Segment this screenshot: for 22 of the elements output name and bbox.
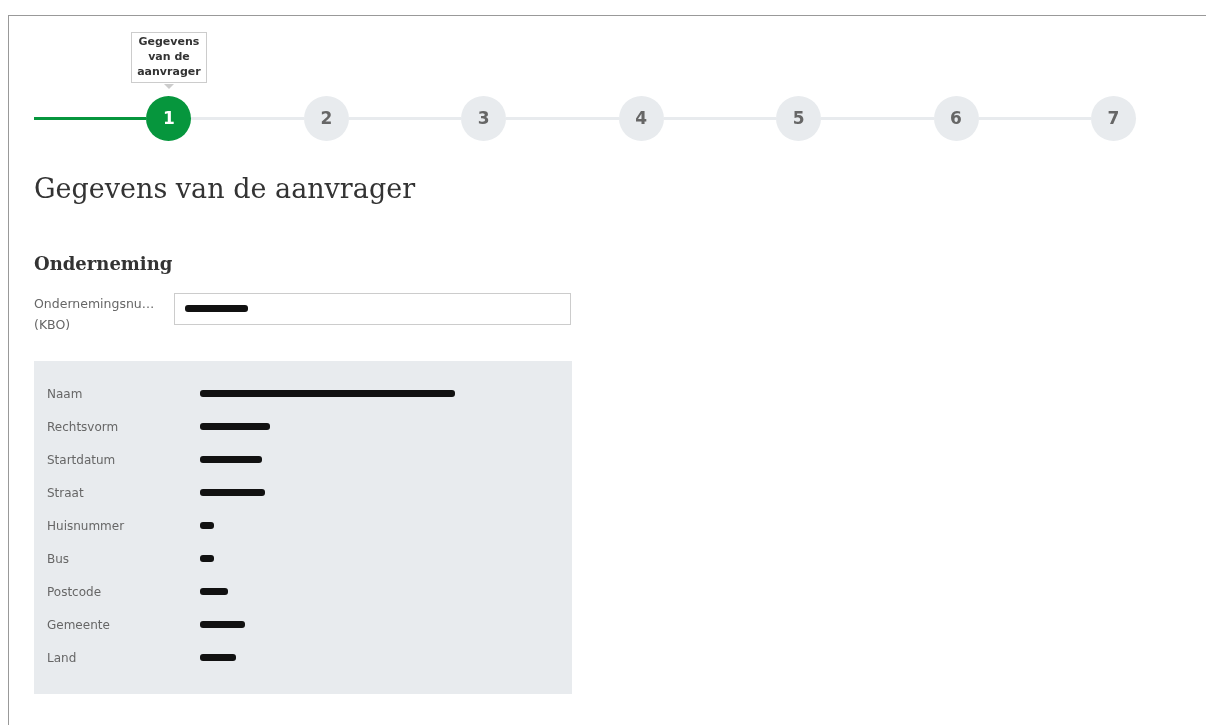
detail-label: Naam — [47, 385, 84, 403]
detail-label: Straat — [47, 484, 85, 502]
detail-label: Postcode — [47, 583, 103, 601]
input-field[interactable] — [174, 292, 571, 325]
field-label: (KBO) — [34, 316, 71, 332]
step-circle[interactable]: 6 — [933, 96, 979, 141]
field-label: Ondernemingsnu… — [34, 295, 155, 311]
step-circle[interactable]: 4 — [618, 96, 664, 141]
step-circle[interactable]: 5 — [776, 96, 822, 141]
detail-label: Huisnummer — [47, 517, 126, 535]
tooltip-pointer — [163, 84, 174, 89]
detail-label: Startdatum — [47, 451, 117, 469]
section-heading: Onderneming — [34, 251, 174, 276]
detail-label: Rechtsvorm — [47, 418, 120, 436]
step-circle[interactable]: 2 — [303, 96, 349, 141]
detail-label: Land — [47, 649, 78, 667]
step-circle[interactable]: 7 — [1090, 96, 1136, 141]
detail-label: Gemeente — [47, 616, 111, 634]
page-title: Gegevens van de aanvrager — [34, 172, 417, 206]
step-circle[interactable]: 3 — [461, 96, 507, 141]
detail-label: Bus — [47, 550, 71, 568]
step-tooltip: Gegevens van de aanvrager — [130, 32, 207, 83]
